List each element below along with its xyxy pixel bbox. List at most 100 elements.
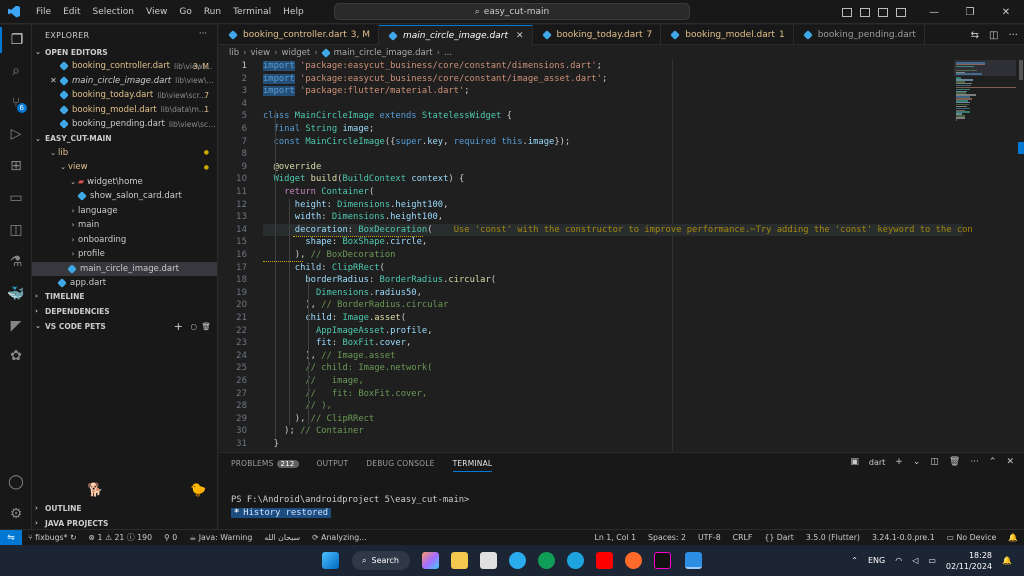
menu-run[interactable]: Run [198,7,227,17]
testing-icon[interactable]: ⚗ [0,249,32,275]
close-window-button[interactable]: ✕ [988,7,1024,18]
edge-icon[interactable] [567,552,584,569]
menu-terminal[interactable]: Terminal [227,7,277,17]
account-icon[interactable]: ◯ [0,469,32,495]
notifications-icon[interactable]: 🔔 [1002,533,1024,542]
open-editor-item[interactable]: booking_controller.dart lib\view\... 3, M [32,59,217,74]
project-section[interactable]: ⌄ EASY_CUT-MAIN [32,132,217,146]
tree-item-main[interactable]: › main [32,218,217,233]
java-status[interactable]: ☕ Java: Warning [183,533,258,542]
explorer-icon[interactable]: ❐ [0,27,32,53]
split-editor-icon[interactable]: ◫ [989,30,998,41]
notification-bell-icon[interactable]: 🔔 [1002,556,1012,565]
menu-selection[interactable]: Selection [87,7,140,17]
jetbrains-icon[interactable] [654,552,671,569]
minimize-button[interactable]: — [916,7,952,18]
menu-help[interactable]: Help [277,7,310,17]
device-selector[interactable]: ▭ No Device [941,533,1003,542]
customize-layout-icon[interactable] [896,7,906,17]
open-editors-section[interactable]: ⌄ OPEN EDITORS [32,45,217,59]
input-language[interactable]: ENG [868,556,885,565]
tree-item-lib[interactable]: ⌄ lib ● [32,146,217,161]
run-debug-icon[interactable]: ▷ [0,121,32,147]
postman-icon[interactable] [625,552,642,569]
telegram-icon[interactable] [509,552,526,569]
tab-booking-pending[interactable]: booking_pending.dart [794,25,925,45]
youtube-icon[interactable] [596,552,613,569]
dependencies-section[interactable]: › DEPENDENCIES [32,304,217,318]
flutter-devices-icon[interactable]: ◫ [0,217,32,243]
open-editor-item[interactable]: ✕ main_circle_image.dartlib\view\widget..… [32,74,217,89]
toggle-secondary-sidebar-icon[interactable] [878,7,888,17]
branch-status[interactable]: ⑂ fixbugs* ↻ [22,533,83,542]
encoding[interactable]: UTF-8 [692,533,727,542]
timeline-section[interactable]: › TIMELINE [32,289,217,303]
more-actions-icon[interactable]: ··· [199,29,207,39]
menu-go[interactable]: Go [173,7,197,17]
tree-item-widget-home[interactable]: ⌄ ▰ widget\home [32,175,217,190]
language-mode[interactable]: {} Dart [758,533,799,542]
copilot-icon[interactable] [422,552,439,569]
tree-item-language[interactable]: › language [32,204,217,219]
split-terminal-icon[interactable]: ◫ [930,457,939,467]
open-editor-item[interactable]: booking_today.dart lib\view\scr... 7 [32,88,217,103]
toggle-sidebar-icon[interactable] [842,7,852,17]
flutter-version[interactable]: 3.24.1-0.0.pre.1 [866,533,941,542]
java-projects-section[interactable]: › JAVA PROJECTS [32,516,217,530]
maximize-button[interactable]: ❐ [952,7,988,18]
panel-tab-debug-console[interactable]: DEBUG CONSOLE [366,459,434,472]
maximize-panel-icon[interactable]: ⌃ [989,457,997,467]
breadcrumb-item[interactable]: lib [229,48,239,58]
open-changes-icon[interactable]: ⇆ [971,30,979,41]
taskbar-search[interactable]: ⌕ Search [352,551,410,570]
tab-booking-controller[interactable]: booking_controller.dart 3, M [219,25,379,45]
command-center[interactable]: ⌕ easy_cut-main [334,3,690,20]
terminal-prompt[interactable]: PS F:\Android\androidproject 5\easy_cut-… [231,495,469,505]
toggle-panel-icon[interactable] [860,7,870,17]
file-explorer-icon[interactable] [451,552,468,569]
tree-item-profile[interactable]: › profile [32,247,217,262]
ports-status[interactable]: ⚲ 0 [158,533,183,542]
notepad-icon[interactable] [480,552,497,569]
dart-sdk[interactable]: 3.5.0 (Flutter) [800,533,866,542]
windows-start-icon[interactable] [322,552,339,569]
more-panel-actions-icon[interactable]: ··· [970,457,979,467]
clock[interactable]: 18:28 02/11/2024 [946,550,992,572]
panel-tab-problems[interactable]: PROBLEMS 212 [231,459,299,472]
remote-icon[interactable]: ⇋ [0,530,22,545]
menu-file[interactable]: File [30,7,57,17]
wifi-icon[interactable]: ◠ [895,556,902,565]
ball-icon[interactable]: ○ [190,322,197,331]
code-editor[interactable]: 1 2 3 4 5 6 7 8 9 10 11 12 13 14 15 16 17 18 19 20 21 22 23 24 2… [219,60,1024,451]
line-ending[interactable]: CRLF [727,533,759,542]
panel-tab-output[interactable]: OUTPUT [317,459,349,472]
remote-explorer-icon[interactable]: ▭ [0,185,32,211]
vscode-taskbar-icon[interactable] [685,552,702,569]
more-editor-actions-icon[interactable]: ··· [1008,30,1018,41]
outline-section[interactable]: › OUTLINE [32,501,217,515]
volume-icon[interactable]: ◁ [912,556,918,565]
settings-gear-icon[interactable]: ⚙ [0,501,32,527]
breadcrumb-item[interactable]: main_circle_image.dart [334,48,433,58]
breadcrumb-item[interactable]: ... [444,48,452,58]
open-editor-item[interactable]: booking_pending.dartlib\view\scree... [32,117,217,132]
breadcrumb-item[interactable]: view [251,48,271,58]
indentation[interactable]: Spaces: 2 [642,533,692,542]
extensions-icon[interactable]: ⊞ [0,153,32,179]
terminal-name[interactable]: dart [869,458,885,467]
tab-booking-today[interactable]: booking_today.dart 7 [533,25,662,45]
pets-section[interactable]: ⌄ VS CODE PETS + ○ 🗑 [32,319,217,333]
tray-chevron-icon[interactable]: ⌃ [851,556,858,565]
scroll-thumb[interactable] [1019,60,1023,80]
new-terminal-icon[interactable]: + [895,457,903,467]
tab-main-circle-image[interactable]: main_circle_image.dart ✕ [379,25,533,45]
pet-dog-icon[interactable]: 🐕 [87,483,103,498]
menu-view[interactable]: View [140,7,173,17]
breadcrumb-item[interactable]: widget [282,48,311,58]
search-view-icon[interactable]: ⌕ [0,58,32,84]
trash-icon[interactable]: 🗑 [201,322,211,331]
cursor-position[interactable]: Ln 1, Col 1 [589,533,643,542]
open-editor-item[interactable]: booking_model.dart lib\data\m... 1 [32,103,217,118]
flutter-icon[interactable]: ◤ [0,313,32,339]
close-tab-icon[interactable]: ✕ [516,31,524,41]
